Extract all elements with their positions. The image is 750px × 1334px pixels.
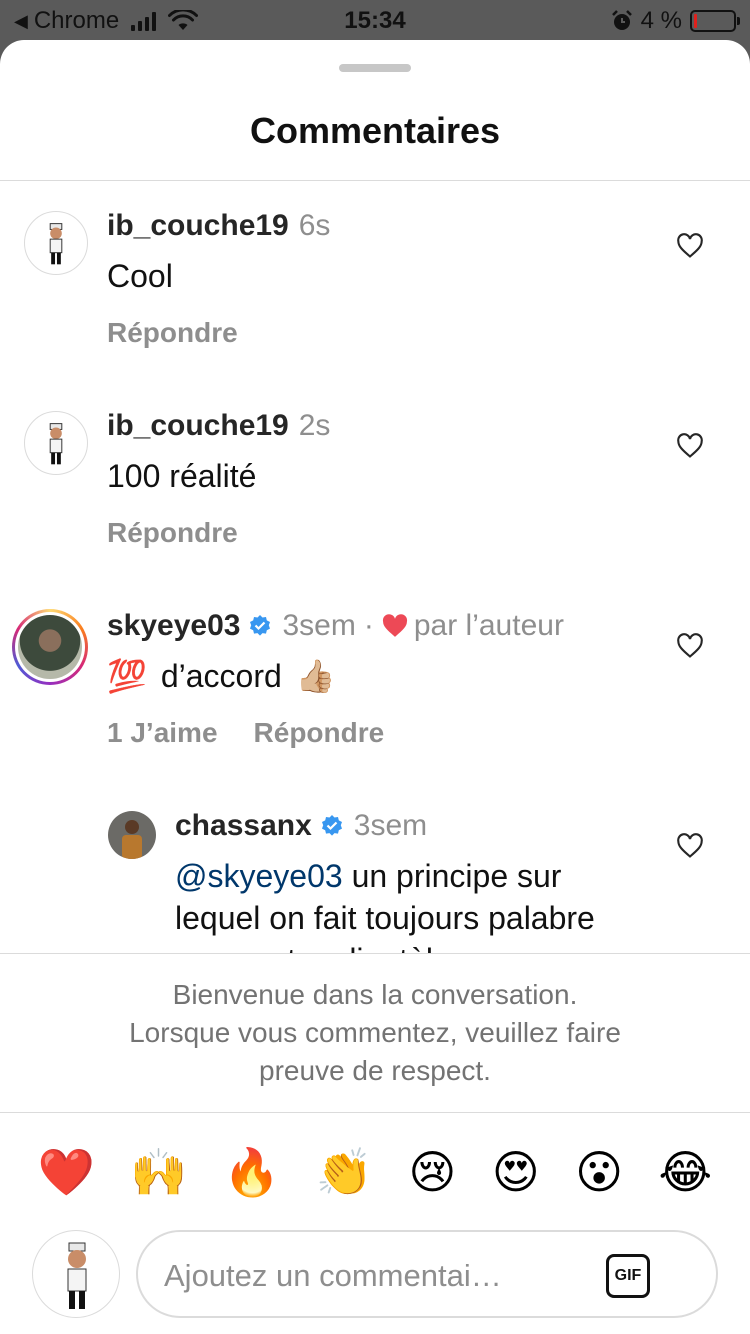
reaction-crying[interactable]: 😢 [408, 1140, 456, 1204]
comment-time: 6s [298, 209, 331, 242]
comment-text-content: d’accord [160, 658, 282, 694]
username[interactable]: ib_couche19 [107, 409, 289, 443]
comment-text: Cool [107, 258, 173, 294]
welcome-line: Bienvenue dans la conversation. [172, 979, 578, 1010]
battery-icon [690, 10, 740, 32]
sheet-grabber[interactable] [339, 64, 411, 72]
comment-time: 3sem [353, 809, 428, 842]
comment-item: ib_couche19 2s 100 réalité Répondre [0, 381, 750, 581]
comment-header: ib_couche19 6s [107, 209, 330, 243]
comment-time: 2s [298, 409, 331, 442]
comment-composer: GIF [136, 1230, 718, 1318]
heart-outline-icon[interactable] [676, 233, 704, 259]
signal-icon [131, 11, 157, 31]
comment-actions: Répondre [107, 317, 238, 349]
comment-item: skyeye03 3sem · par l’auteur 💯 d’accord … [0, 581, 750, 781]
welcome-line: Lorsque vous commentez, veuillez faire [129, 1017, 621, 1048]
heart-outline-icon[interactable] [676, 433, 704, 459]
avatar [18, 615, 82, 679]
comment-item: ib_couche19 6s Cool Répondre [0, 181, 750, 381]
verified-badge-icon [321, 815, 342, 836]
comments-sheet: Commentaires ib_couche19 6s Cool Répondr… [0, 40, 750, 1334]
heart-outline-icon[interactable] [676, 833, 704, 859]
comment-text: @skyeye03 un principe sur lequel on fait… [175, 855, 655, 953]
comment-header: ib_couche19 2s [107, 409, 330, 443]
avatar[interactable] [24, 411, 88, 475]
status-left[interactable]: ◀ Chrome [14, 7, 199, 35]
avatar[interactable] [108, 811, 156, 859]
likes-count-button[interactable]: 1 J’aime [107, 717, 218, 749]
heart-filled-icon [382, 614, 407, 637]
reply-comment-item: chassanx 3sem @skyeye03 un principe sur … [0, 781, 750, 953]
back-arrow-icon[interactable]: ◀ [14, 11, 28, 32]
sheet-title: Commentaires [249, 110, 501, 151]
username[interactable]: ib_couche19 [107, 209, 289, 243]
hundred-emoji: 💯 [107, 658, 147, 694]
reply-button[interactable]: Répondre [254, 717, 385, 749]
comment-header: skyeye03 3sem · par l’auteur [107, 609, 564, 643]
reaction-clapping[interactable]: 👏 [316, 1140, 373, 1204]
heart-outline-icon[interactable] [676, 633, 704, 659]
reaction-heart[interactable]: ❤️ [38, 1140, 95, 1204]
back-app-label[interactable]: Chrome [34, 7, 119, 35]
thumbs-up-emoji: 👍🏼 [295, 658, 336, 694]
avatar-story-ring[interactable] [12, 609, 88, 685]
comment-input[interactable] [164, 1250, 604, 1302]
reaction-surprised[interactable]: 😮 [575, 1140, 623, 1204]
welcome-line: preuve de respect. [259, 1055, 491, 1086]
comment-time: 3sem [282, 609, 356, 642]
comment-text: 💯 d’accord 👍🏼 [107, 655, 336, 697]
reply-button[interactable]: Répondre [107, 317, 238, 349]
reaction-fire[interactable]: 🔥 [223, 1140, 280, 1204]
reaction-raising-hands[interactable]: 🙌 [130, 1140, 187, 1204]
mention-link[interactable]: @skyeye03 [175, 858, 343, 894]
status-bar: ◀ Chrome 15:34 4 % [0, 0, 750, 40]
composer-avatar [32, 1230, 120, 1318]
comment-actions: 1 J’aime Répondre [107, 717, 384, 749]
comment-text: 100 réalité [107, 458, 257, 494]
welcome-banner: Bienvenue dans la conversation. Lorsque … [0, 953, 750, 1113]
reaction-heart-eyes[interactable]: 😍 [492, 1140, 540, 1204]
liked-by-author: par l’auteur [413, 609, 564, 642]
meta-separator: · [363, 609, 374, 642]
battery-percent: 4 % [640, 7, 682, 34]
username[interactable]: chassanx [175, 809, 312, 843]
comment-header: chassanx 3sem [175, 809, 427, 843]
wifi-icon [168, 10, 199, 30]
status-right: 4 % [611, 7, 740, 35]
comments-list[interactable]: ib_couche19 6s Cool Répondre ib_couche19… [0, 181, 750, 953]
quick-reaction-bar: ❤️ 🙌 🔥 👏 😢 😍 😮 😂 [0, 1140, 750, 1204]
username[interactable]: skyeye03 [107, 609, 240, 643]
avatar[interactable] [24, 211, 88, 275]
alarm-icon [611, 10, 632, 30]
gif-icon[interactable]: GIF [606, 1254, 650, 1298]
reaction-laughing[interactable]: 😂 [658, 1140, 712, 1204]
reply-button[interactable]: Répondre [107, 517, 238, 549]
comment-actions: Répondre [107, 517, 238, 549]
verified-badge-icon [250, 615, 271, 636]
